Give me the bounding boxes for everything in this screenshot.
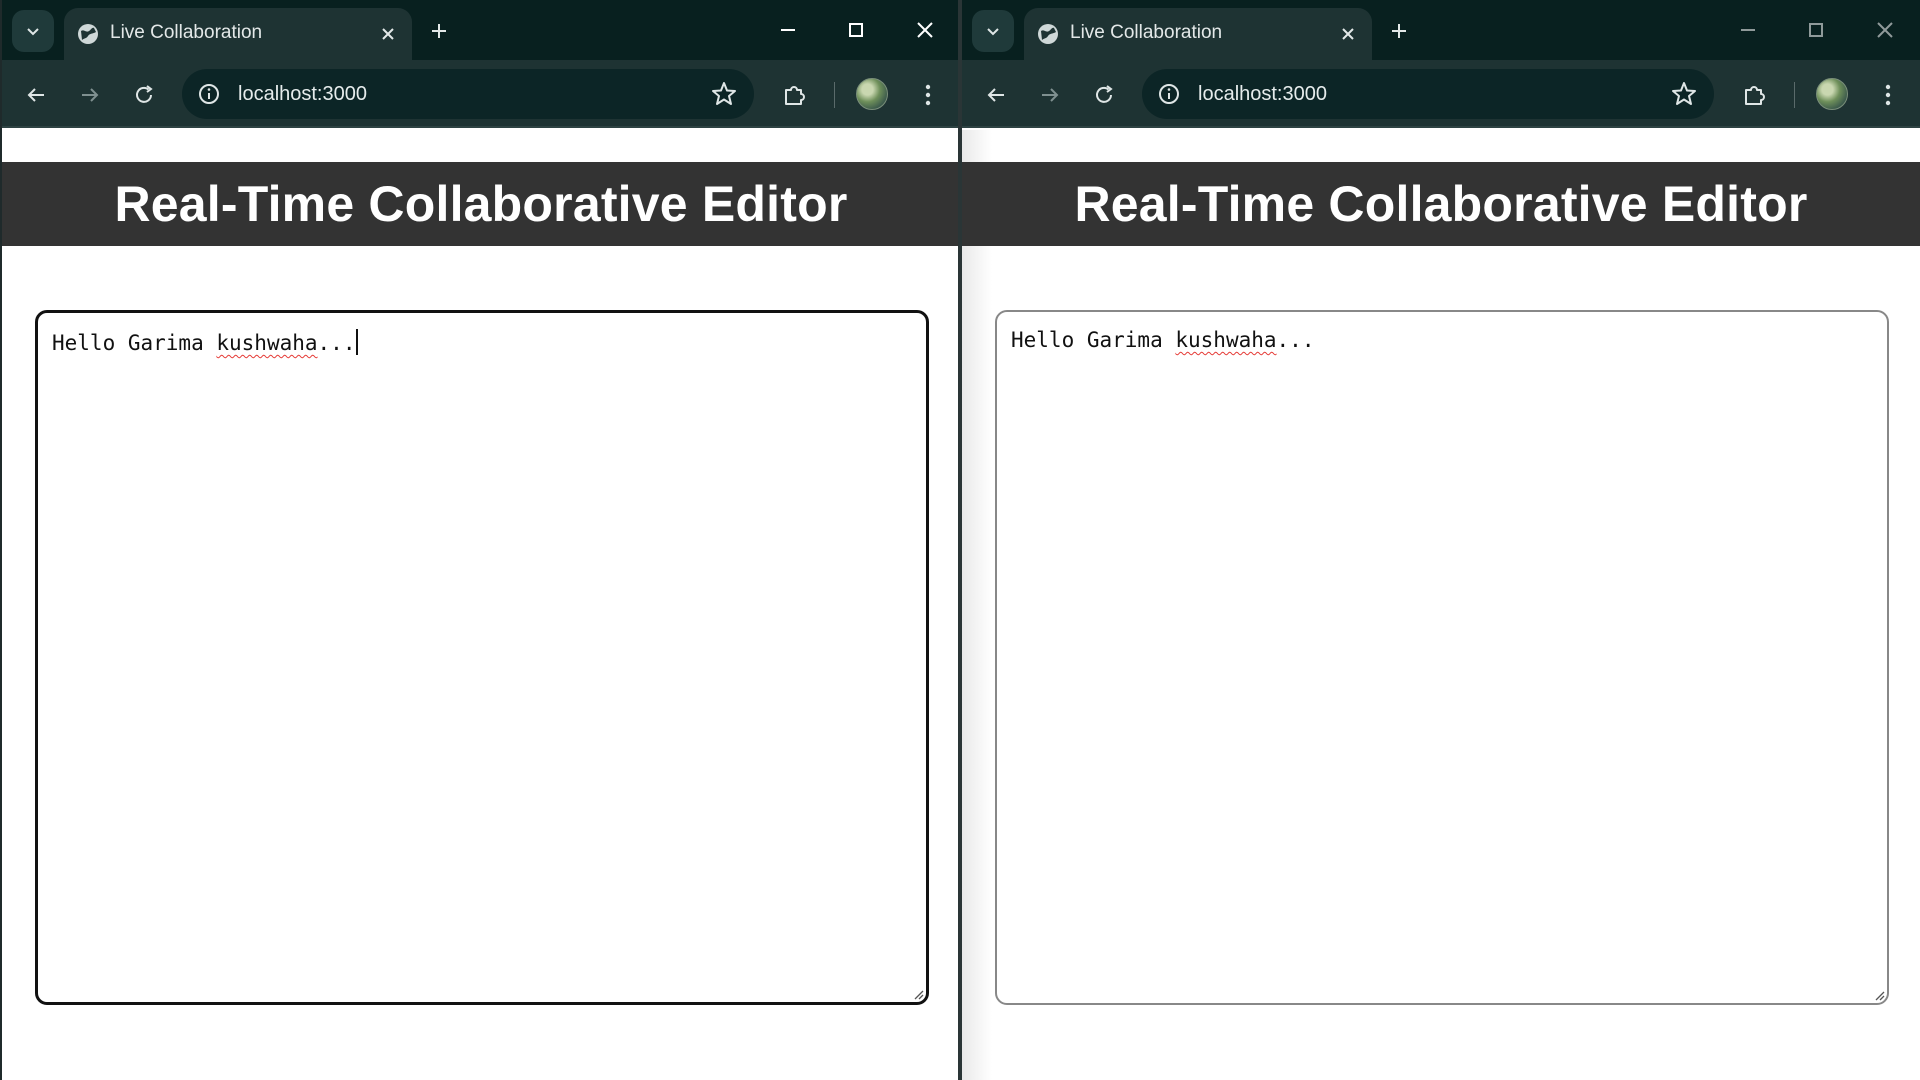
tab-strip: Live Collaboration bbox=[2, 0, 960, 60]
forward-button[interactable] bbox=[1032, 77, 1068, 113]
editor-content: Hello Garima kushwaha... bbox=[52, 329, 359, 355]
plus-icon bbox=[432, 24, 446, 38]
arrow-left-icon bbox=[27, 88, 44, 102]
web-page: Real-Time Collaborative Editor Hello Gar… bbox=[2, 130, 960, 1080]
page-title: Real-Time Collaborative Editor bbox=[1074, 176, 1808, 232]
minimize-icon bbox=[781, 29, 795, 31]
misspelled-word: kushwaha bbox=[1175, 328, 1277, 352]
close-icon bbox=[917, 22, 933, 38]
close-tab-button[interactable] bbox=[376, 22, 400, 46]
close-window-button[interactable] bbox=[1865, 12, 1905, 48]
info-icon[interactable] bbox=[1156, 81, 1182, 107]
tab-title: Live Collaboration bbox=[110, 22, 263, 43]
minimize-button[interactable] bbox=[1728, 12, 1768, 48]
avatar[interactable] bbox=[856, 78, 888, 110]
tab-search-button[interactable] bbox=[972, 10, 1014, 52]
new-tab-button[interactable] bbox=[1382, 14, 1416, 48]
browser-window-right: Live Collaboration localhost:3000 Real-T… bbox=[962, 0, 1920, 1080]
browser-toolbar: localhost:3000 bbox=[962, 60, 1920, 128]
globe-icon bbox=[78, 24, 98, 44]
puzzle-icon bbox=[1745, 86, 1765, 105]
maximize-icon bbox=[1809, 23, 1823, 37]
chevron-down-icon bbox=[27, 28, 39, 36]
desktop: Live Collaboration localhost:3000 Real-T… bbox=[0, 0, 1920, 1080]
kebab-icon bbox=[1885, 84, 1891, 106]
tab-live-collaboration[interactable]: Live Collaboration bbox=[64, 8, 412, 60]
resize-handle-icon[interactable] bbox=[1873, 989, 1885, 1001]
reload-button[interactable] bbox=[126, 77, 162, 113]
back-button[interactable] bbox=[18, 77, 54, 113]
maximize-icon bbox=[849, 23, 863, 37]
close-window-button[interactable] bbox=[905, 12, 945, 48]
puzzle-icon bbox=[785, 86, 805, 105]
maximize-button[interactable] bbox=[1796, 12, 1836, 48]
minimize-button[interactable] bbox=[768, 12, 808, 48]
star-icon[interactable] bbox=[710, 80, 738, 108]
extensions-button[interactable] bbox=[1736, 77, 1772, 113]
arrow-right-icon bbox=[82, 88, 99, 102]
editor-textarea[interactable]: Hello Garima kushwaha... bbox=[35, 310, 929, 1005]
close-icon bbox=[1877, 22, 1893, 38]
address-bar[interactable]: localhost:3000 bbox=[1142, 69, 1714, 119]
editor-text-end: ... bbox=[1276, 328, 1315, 352]
browser-toolbar: localhost:3000 bbox=[2, 60, 960, 128]
reload-button[interactable] bbox=[1086, 77, 1122, 113]
menu-button[interactable] bbox=[1870, 77, 1906, 113]
tab-strip: Live Collaboration bbox=[962, 0, 1920, 60]
address-bar[interactable]: localhost:3000 bbox=[182, 69, 754, 119]
extensions-button[interactable] bbox=[776, 77, 812, 113]
arrow-left-icon bbox=[987, 88, 1004, 102]
toolbar-separator bbox=[1794, 82, 1795, 108]
browser-window-left: Live Collaboration localhost:3000 Real-T… bbox=[2, 0, 960, 1080]
reload-icon bbox=[1096, 85, 1113, 103]
resize-handle-icon[interactable] bbox=[912, 988, 924, 1000]
editor-textarea[interactable]: Hello Garima kushwaha... bbox=[995, 310, 1889, 1005]
editor-text-start: Hello Garima bbox=[1011, 328, 1176, 352]
editor-content: Hello Garima kushwaha... bbox=[1011, 328, 1314, 352]
toolbar-separator bbox=[834, 82, 835, 108]
close-icon bbox=[1342, 28, 1354, 40]
kebab-icon bbox=[925, 84, 931, 106]
web-page: Real-Time Collaborative Editor Hello Gar… bbox=[962, 130, 1920, 1080]
back-button[interactable] bbox=[978, 77, 1014, 113]
new-tab-button[interactable] bbox=[422, 14, 456, 48]
arrow-right-icon bbox=[1042, 88, 1059, 102]
url-text: localhost:3000 bbox=[1198, 83, 1327, 105]
maximize-button[interactable] bbox=[836, 12, 876, 48]
tab-title: Live Collaboration bbox=[1070, 22, 1223, 43]
menu-button[interactable] bbox=[910, 77, 946, 113]
page-header: Real-Time Collaborative Editor bbox=[962, 162, 1920, 246]
editor-text-start: Hello Garima bbox=[52, 331, 217, 355]
avatar[interactable] bbox=[1816, 78, 1848, 110]
close-icon bbox=[382, 28, 394, 40]
tab-live-collaboration[interactable]: Live Collaboration bbox=[1024, 8, 1372, 60]
url-text: localhost:3000 bbox=[238, 83, 367, 105]
plus-icon bbox=[1392, 24, 1406, 38]
text-caret bbox=[356, 329, 359, 355]
tab-search-button[interactable] bbox=[12, 10, 54, 52]
minimize-icon bbox=[1741, 29, 1755, 31]
chevron-down-icon bbox=[987, 28, 999, 36]
info-icon[interactable] bbox=[196, 81, 222, 107]
reload-icon bbox=[136, 85, 153, 103]
star-icon[interactable] bbox=[1670, 80, 1698, 108]
page-header: Real-Time Collaborative Editor bbox=[2, 162, 960, 246]
forward-button[interactable] bbox=[72, 77, 108, 113]
globe-icon bbox=[1038, 24, 1058, 44]
editor-text-end: ... bbox=[317, 331, 356, 355]
page-title: Real-Time Collaborative Editor bbox=[114, 176, 848, 232]
misspelled-word: kushwaha bbox=[216, 331, 318, 355]
close-tab-button[interactable] bbox=[1336, 22, 1360, 46]
